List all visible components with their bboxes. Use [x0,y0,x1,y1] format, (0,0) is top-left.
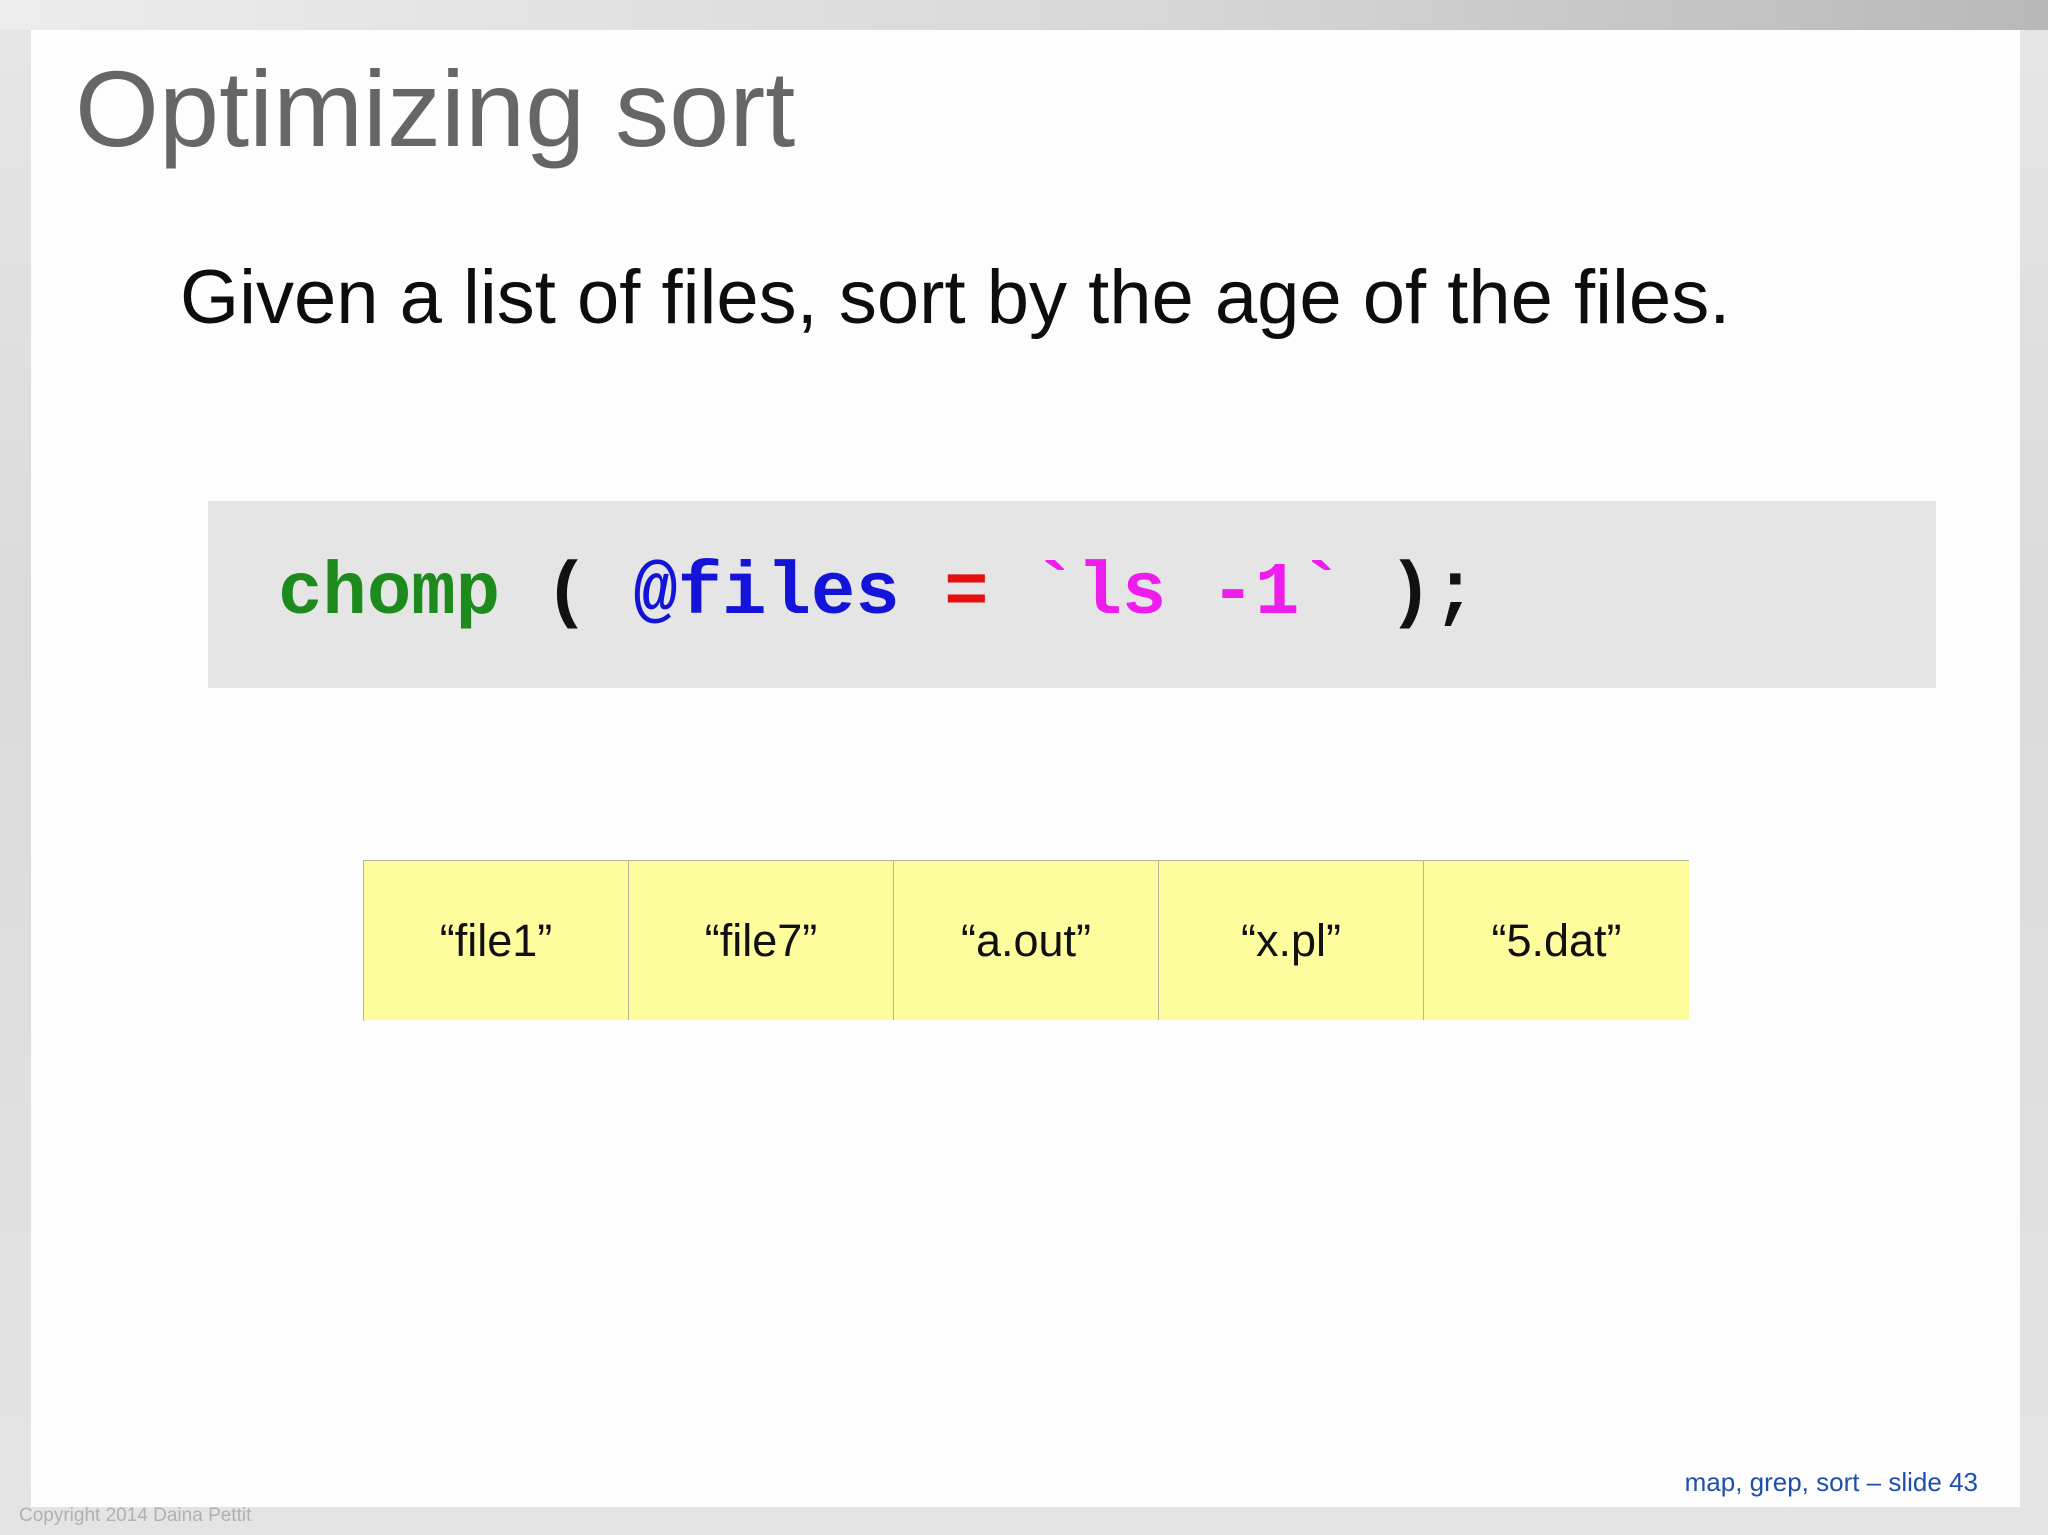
array-cell: “file7” [629,861,894,1020]
array-cell: “a.out” [894,861,1159,1020]
code-variable: @files [633,552,900,636]
slide-subtitle: Given a list of files, sort by the age o… [180,255,1731,340]
slide-title: Optimizing sort [75,48,796,169]
array-cell: “5.dat” [1424,861,1689,1020]
code-operator: = [944,552,989,636]
array-cell: “file1” [364,861,629,1020]
code-block: chomp ( @files = `ls -1` ); [208,501,1936,688]
code-function: chomp [278,552,501,636]
slide-number-label: map, grep, sort – slide 43 [1684,1467,1978,1497]
code-line: chomp ( @files = `ls -1` ); [278,539,1477,649]
code-open-paren: ( [544,552,634,636]
copyright-text: Copyright 2014 Daina Pettit [19,1505,252,1526]
code-close: ); [1343,552,1478,636]
code-command: `ls -1` [1033,552,1344,636]
file-array: “file1” “file7” “a.out” “x.pl” “5.dat” [363,860,1689,1021]
array-cell: “x.pl” [1159,861,1424,1020]
slide: Optimizing sort Given a list of files, s… [31,30,2020,1507]
window-top-band [0,0,2048,30]
